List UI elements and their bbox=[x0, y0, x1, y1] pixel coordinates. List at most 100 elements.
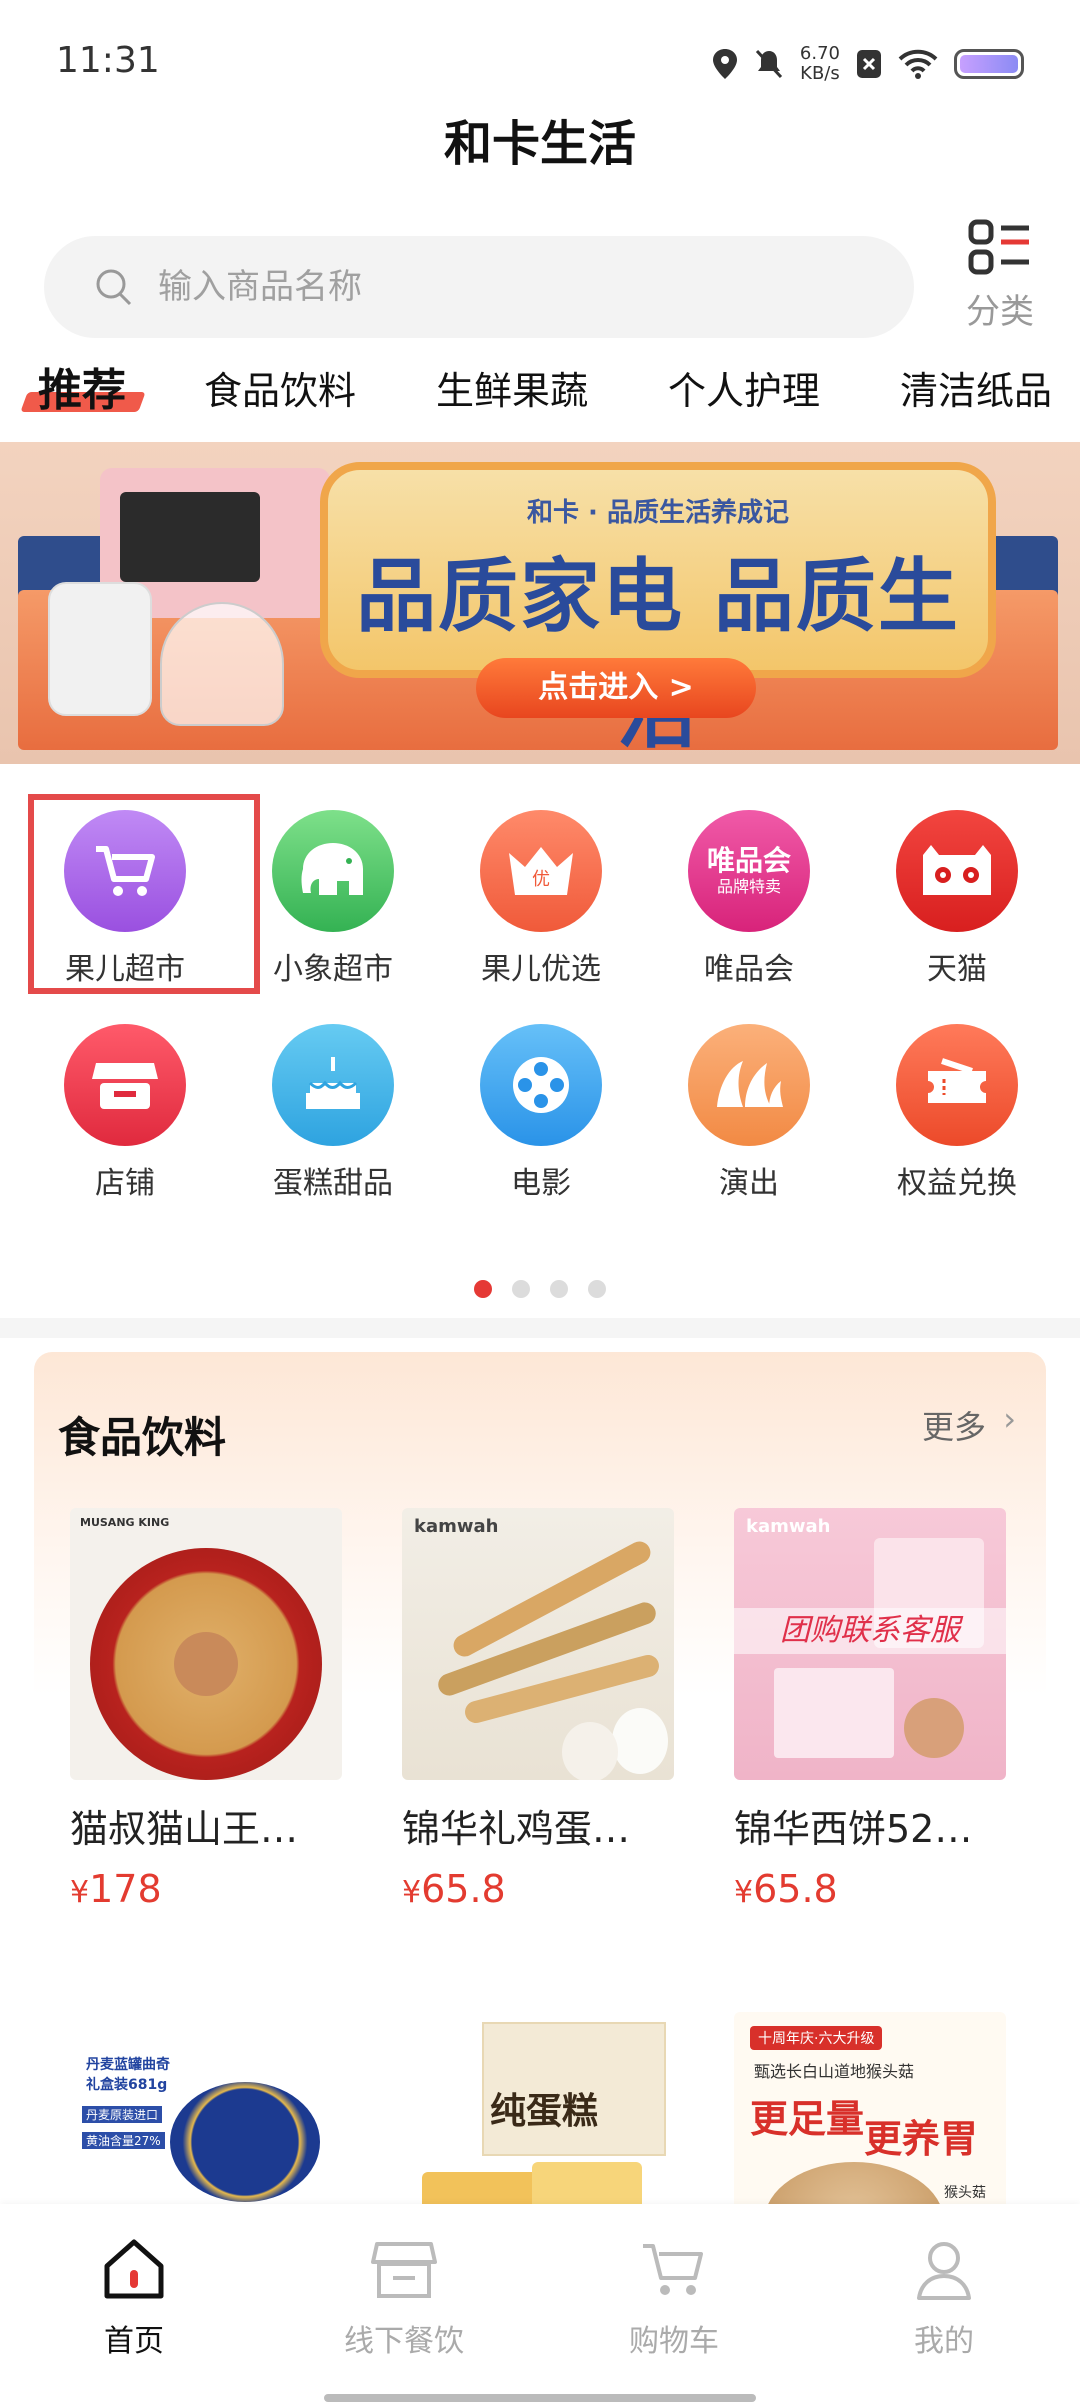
opera-house-icon bbox=[688, 1024, 810, 1146]
product-price: ¥178 bbox=[70, 1867, 352, 1911]
grid-guoer-select[interactable]: 优 果儿优选 bbox=[446, 810, 636, 987]
user-icon bbox=[917, 2242, 971, 2300]
product-image-cookies: MUSANG KING bbox=[70, 1508, 342, 1780]
film-reel-icon bbox=[480, 1024, 602, 1146]
promo-banner[interactable]: 和卡 · 品质生活养成记 品质家电 品质生活 点击进入 > bbox=[0, 442, 1080, 764]
product-image-tag: 十周年庆·六大升级 bbox=[750, 2026, 883, 2050]
nav-cart[interactable]: 购物车 bbox=[584, 2234, 764, 2360]
section-divider bbox=[0, 1318, 1080, 1338]
product-image-western-cakes: kamwah 团购联系客服 bbox=[734, 1508, 1006, 1780]
product-image-tag: 黄油含量27% bbox=[82, 2132, 165, 2149]
category-label: 分类 bbox=[966, 292, 1034, 332]
location-icon bbox=[712, 49, 737, 79]
tab-fresh-produce[interactable]: 生鲜果蔬 bbox=[436, 360, 588, 415]
battery-icon bbox=[954, 49, 1024, 79]
chevron-right-icon[interactable]: › bbox=[1003, 1400, 1016, 1438]
ticket-icon bbox=[896, 1024, 1018, 1146]
product-card[interactable]: kamwah 团购联系客服 锦华西饼52… ¥65.8 bbox=[734, 1508, 1016, 1911]
banner-headline: 品质家电 品质生活 bbox=[356, 550, 960, 759]
product-name: 锦华礼鸡蛋… bbox=[402, 1807, 631, 1851]
product-image-text: 纯蛋糕 bbox=[490, 2091, 599, 2132]
grid-benefit-redeem[interactable]: 权益兑换 bbox=[862, 1024, 1052, 1201]
product-brand: kamwah bbox=[746, 1516, 831, 1537]
food-drinks-section: 食品饮料 更多 › MUSANG KING 猫叔猫山王… ¥178 kamwah… bbox=[34, 1352, 1046, 2284]
price-value: 65.8 bbox=[421, 1867, 506, 1911]
carousel-dot-3[interactable] bbox=[550, 1280, 568, 1298]
search-bar[interactable] bbox=[44, 236, 914, 338]
storefront-icon bbox=[371, 2242, 437, 2298]
store-icon bbox=[64, 1024, 186, 1146]
grid-store[interactable]: 店铺 bbox=[30, 1024, 220, 1201]
carousel-dot-4[interactable] bbox=[588, 1280, 606, 1298]
section-more-link[interactable]: 更多 bbox=[922, 1402, 986, 1448]
tab-food-drinks[interactable]: 食品饮料 bbox=[204, 360, 356, 415]
banner-enter-button[interactable]: 点击进入 > bbox=[476, 658, 756, 718]
nav-home[interactable]: 首页 bbox=[44, 2234, 224, 2360]
product-image-text: 丹麦蓝罐曲奇 bbox=[86, 2057, 170, 2073]
product-image-tag: 丹麦原装进口 bbox=[82, 2106, 163, 2123]
nav-profile[interactable]: 我的 bbox=[854, 2234, 1034, 2360]
vip-icon-subtext: 品牌特卖 bbox=[716, 877, 781, 896]
grid-label: 权益兑换 bbox=[897, 1166, 1017, 1201]
banner-panel: 和卡 · 品质生活养成记 品质家电 品质生活 bbox=[320, 462, 996, 759]
vip-icon: 唯品会 品牌特卖 bbox=[688, 810, 810, 932]
currency-symbol: ¥ bbox=[402, 1875, 422, 1910]
grid-xiaoxiang-supermarket[interactable]: 小象超市 bbox=[238, 810, 428, 987]
product-image-egg-rolls: kamwah bbox=[402, 1508, 674, 1780]
crown-icon: 优 bbox=[480, 810, 602, 932]
product-image-text: 甄选长白山道地猴头菇 bbox=[754, 2062, 915, 2081]
nav-label: 线下餐饮 bbox=[344, 2324, 464, 2359]
search-icon bbox=[94, 267, 134, 307]
cake-icon bbox=[272, 1024, 394, 1146]
speed-unit: KB/s bbox=[800, 63, 840, 84]
grid-label: 电影 bbox=[511, 1166, 571, 1201]
search-input[interactable] bbox=[156, 266, 860, 308]
product-name: 猫叔猫山王… bbox=[70, 1807, 299, 1851]
status-time: 11:31 bbox=[56, 40, 160, 81]
nav-label: 首页 bbox=[104, 2324, 164, 2359]
grid-performance[interactable]: 演出 bbox=[654, 1024, 844, 1201]
carousel-dots bbox=[0, 1280, 1080, 1298]
cart-icon bbox=[643, 2244, 703, 2295]
product-card[interactable]: MUSANG KING 猫叔猫山王… ¥178 bbox=[70, 1508, 352, 1911]
app-title: 和卡生活 bbox=[443, 116, 636, 172]
product-card[interactable]: kamwah 锦华礼鸡蛋… ¥65.8 bbox=[402, 1508, 684, 1911]
category-tabs: 推荐 食品饮料 生鲜果蔬 个人护理 清洁纸品 bbox=[0, 350, 1080, 440]
grid-cake-dessert[interactable]: 蛋糕甜品 bbox=[238, 1024, 428, 1201]
mute-icon bbox=[755, 49, 783, 79]
glass-kettle-image bbox=[160, 602, 284, 726]
grid-label: 演出 bbox=[719, 1166, 779, 1201]
home-indicator[interactable] bbox=[324, 2394, 756, 2402]
tab-recommend[interactable]: 推荐 bbox=[38, 354, 126, 418]
product-price: ¥65.8 bbox=[402, 1867, 684, 1911]
tab-cleaning-paper[interactable]: 清洁纸品 bbox=[900, 360, 1052, 415]
currency-symbol: ¥ bbox=[734, 1875, 754, 1910]
product-image-text: 更养胃 bbox=[864, 2117, 979, 2161]
nav-offline-dining[interactable]: 线下餐饮 bbox=[314, 2234, 494, 2360]
product-price: ¥65.8 bbox=[734, 1867, 1016, 1911]
price-value: 65.8 bbox=[753, 1867, 838, 1911]
price-value: 178 bbox=[89, 1867, 162, 1911]
status-bar: 11:31 6.70 KB/s bbox=[0, 0, 1080, 120]
grid-label: 蛋糕甜品 bbox=[273, 1166, 393, 1201]
grid-label: 小象超市 bbox=[273, 952, 393, 987]
kettle-image bbox=[48, 582, 152, 716]
grid-label: 果儿优选 bbox=[481, 952, 601, 987]
carousel-dot-2[interactable] bbox=[512, 1280, 530, 1298]
selection-highlight bbox=[28, 794, 260, 994]
nav-label: 购物车 bbox=[629, 2324, 719, 2359]
tab-personal-care[interactable]: 个人护理 bbox=[668, 360, 820, 415]
wifi-icon bbox=[898, 49, 938, 79]
carousel-dot-1[interactable] bbox=[474, 1280, 492, 1298]
grid-vip[interactable]: 唯品会 品牌特卖 唯品会 bbox=[654, 810, 844, 987]
banner-subtitle: 和卡 · 品质生活养成记 bbox=[527, 498, 789, 528]
category-button[interactable]: 分类 bbox=[950, 218, 1050, 338]
nav-label: 我的 bbox=[914, 2324, 974, 2359]
grid-tmall[interactable]: 天猫 bbox=[862, 810, 1052, 987]
grid-movie[interactable]: 电影 bbox=[446, 1024, 636, 1201]
elephant-icon bbox=[272, 810, 394, 932]
grid-label: 唯品会 bbox=[704, 952, 794, 987]
home-icon bbox=[104, 2239, 164, 2299]
section-title: 食品饮料 bbox=[58, 1413, 227, 1462]
speed-value: 6.70 bbox=[799, 43, 840, 64]
